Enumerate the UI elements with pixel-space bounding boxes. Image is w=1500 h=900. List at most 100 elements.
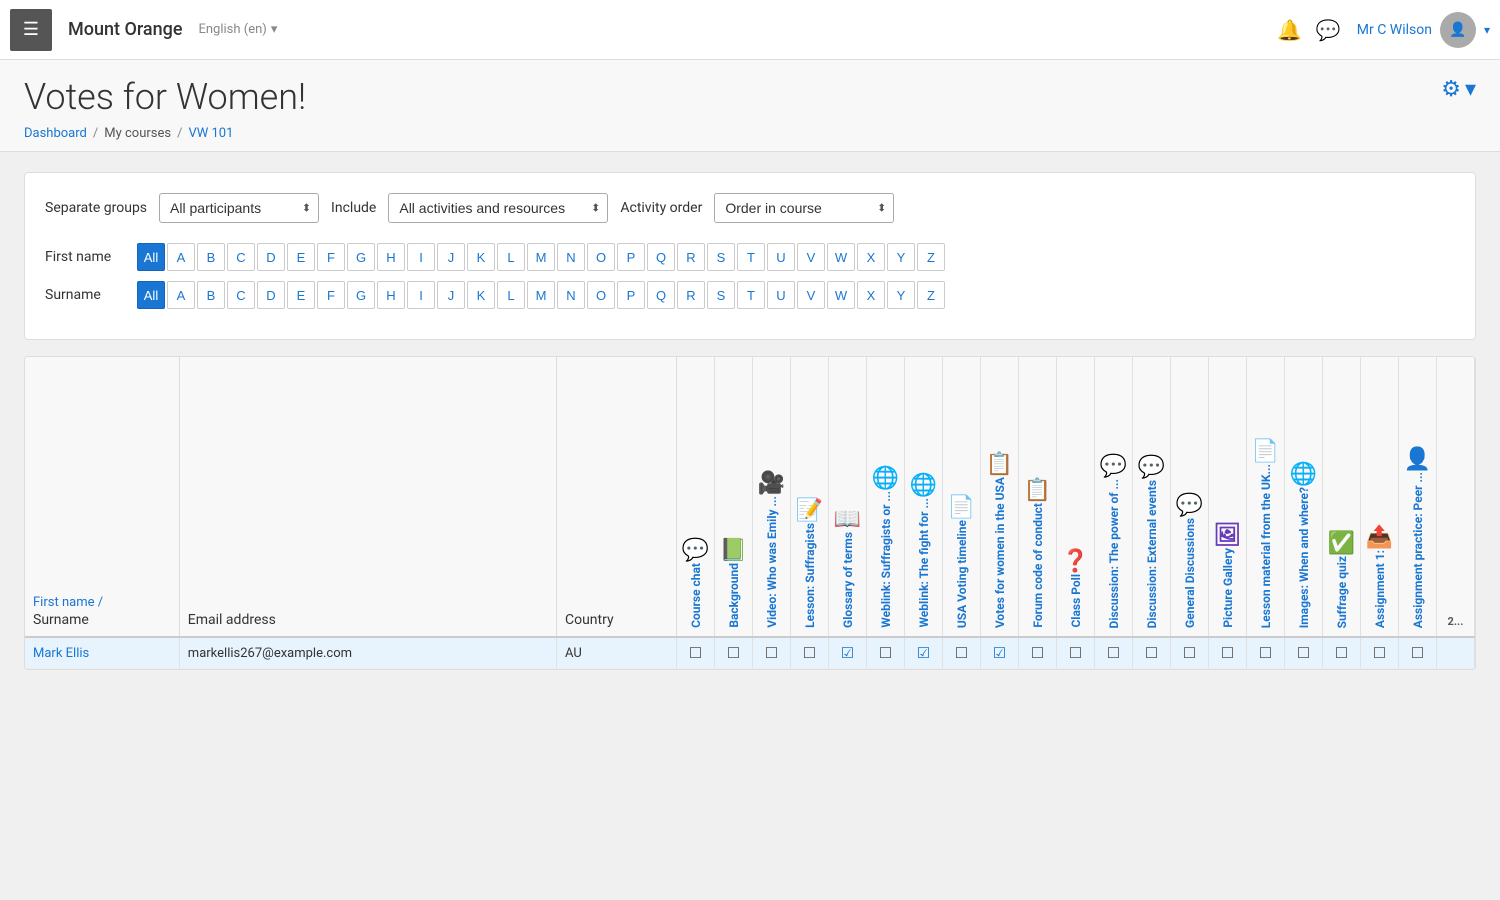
surname-alpha-n[interactable]: N	[557, 281, 585, 309]
surname-alpha-y[interactable]: Y	[887, 281, 915, 309]
user-menu[interactable]: Mr C Wilson 👤 ▾	[1357, 12, 1490, 48]
checkbox-checked-0-4[interactable]: ☑	[841, 644, 854, 662]
separate-groups-label: Separate groups	[45, 200, 147, 216]
surname-alpha-r[interactable]: R	[677, 281, 705, 309]
user-link-0[interactable]: Mark Ellis	[33, 646, 89, 661]
firstname-alpha-v[interactable]: V	[797, 243, 825, 271]
surname-alpha-all[interactable]: All	[137, 281, 165, 309]
col-header-weblink-suffragists: 🌐 Weblink: Suffragists or ...	[867, 357, 905, 637]
checkbox-unchecked-0-14[interactable]: ☐	[1221, 644, 1234, 662]
gear-button[interactable]: ⚙ ▾	[1441, 76, 1476, 102]
firstname-alpha-a[interactable]: A	[167, 243, 195, 271]
firstname-alpha-q[interactable]: Q	[647, 243, 675, 271]
surname-alpha-d[interactable]: D	[257, 281, 285, 309]
activity-order-select[interactable]: Order in course	[714, 193, 894, 223]
surname-alpha-t[interactable]: T	[737, 281, 765, 309]
firstname-alpha-m[interactable]: M	[527, 243, 555, 271]
firstname-alpha-all[interactable]: All	[137, 243, 165, 271]
firstname-alpha-t[interactable]: T	[737, 243, 765, 271]
firstname-alpha-g[interactable]: G	[347, 243, 375, 271]
surname-alpha-k[interactable]: K	[467, 281, 495, 309]
firstname-alpha-s[interactable]: S	[707, 243, 735, 271]
surname-alpha-a[interactable]: A	[167, 281, 195, 309]
surname-alpha-f[interactable]: F	[317, 281, 345, 309]
firstname-alpha-w[interactable]: W	[827, 243, 855, 271]
menu-button[interactable]: ☰	[10, 9, 52, 51]
checkbox-checked-0-8[interactable]: ☑	[993, 644, 1006, 662]
checkbox-unchecked-0-12[interactable]: ☐	[1145, 644, 1158, 662]
surname-alpha-g[interactable]: G	[347, 281, 375, 309]
surname-alpha-s[interactable]: S	[707, 281, 735, 309]
messages-icon[interactable]: 💬	[1316, 18, 1341, 42]
firstname-alpha-e[interactable]: E	[287, 243, 315, 271]
breadcrumb-dashboard[interactable]: Dashboard	[24, 126, 87, 141]
checkbox-unchecked-0-3[interactable]: ☐	[803, 644, 816, 662]
col-header-glossary: 📖 Glossary of terms	[829, 357, 867, 637]
surname-alpha-m[interactable]: M	[527, 281, 555, 309]
surname-alpha-u[interactable]: U	[767, 281, 795, 309]
checkbox-unchecked-0-11[interactable]: ☐	[1107, 644, 1120, 662]
col-header-text-video-emily: Video: Who was Emily ...	[765, 496, 779, 628]
checkbox-unchecked-0-18[interactable]: ☐	[1373, 644, 1386, 662]
sort-firstname[interactable]: First name /	[33, 595, 171, 610]
checkbox-unchecked-0-19[interactable]: ☐	[1411, 644, 1424, 662]
checkbox-unchecked-0-17[interactable]: ☐	[1335, 644, 1348, 662]
firstname-alpha-k[interactable]: K	[467, 243, 495, 271]
firstname-alpha-j[interactable]: J	[437, 243, 465, 271]
surname-alpha-l[interactable]: L	[497, 281, 525, 309]
checkbox-unchecked-0-10[interactable]: ☐	[1069, 644, 1082, 662]
checkbox-unchecked-0-13[interactable]: ☐	[1183, 644, 1196, 662]
checkbox-unchecked-0-16[interactable]: ☐	[1297, 644, 1310, 662]
firstname-alpha-y[interactable]: Y	[887, 243, 915, 271]
include-select[interactable]: All activities and resources	[388, 193, 608, 223]
surname-alpha-b[interactable]: B	[197, 281, 225, 309]
surname-alpha-i[interactable]: I	[407, 281, 435, 309]
sort-surname-label: Surname	[33, 612, 171, 628]
col-header-country: Country	[556, 357, 676, 637]
surname-label: Surname	[45, 287, 135, 303]
checkbox-unchecked-0-15[interactable]: ☐	[1259, 644, 1272, 662]
firstname-alpha-d[interactable]: D	[257, 243, 285, 271]
checkbox-unchecked-0-7[interactable]: ☐	[955, 644, 968, 662]
firstname-alpha-o[interactable]: O	[587, 243, 615, 271]
checkbox-unchecked-0-1[interactable]: ☐	[727, 644, 740, 662]
surname-alpha-v[interactable]: V	[797, 281, 825, 309]
notification-icon[interactable]: 🔔	[1277, 18, 1302, 42]
checkbox-unchecked-0-0[interactable]: ☐	[689, 644, 702, 662]
activity-order-wrapper: Order in course	[714, 193, 894, 223]
firstname-alpha-p[interactable]: P	[617, 243, 645, 271]
col-icon-video-emily: 🎥	[758, 471, 785, 496]
firstname-alpha-f[interactable]: F	[317, 243, 345, 271]
firstname-alpha-x[interactable]: X	[857, 243, 885, 271]
col-header-text-lesson-suffragists: Lesson: Suffragists	[803, 523, 817, 628]
surname-alpha-o[interactable]: O	[587, 281, 615, 309]
surname-alpha-q[interactable]: Q	[647, 281, 675, 309]
separate-groups-select[interactable]: All participants	[159, 193, 319, 223]
surname-alpha-p[interactable]: P	[617, 281, 645, 309]
firstname-alpha-b[interactable]: B	[197, 243, 225, 271]
surname-alpha-h[interactable]: H	[377, 281, 405, 309]
breadcrumb-mycourses: My courses	[104, 126, 171, 141]
breadcrumb-vw101[interactable]: VW 101	[188, 126, 233, 141]
col-icon-glossary: 📖	[834, 507, 861, 532]
firstname-alpha-i[interactable]: I	[407, 243, 435, 271]
checkbox-unchecked-0-9[interactable]: ☐	[1031, 644, 1044, 662]
surname-alpha-j[interactable]: J	[437, 281, 465, 309]
surname-alpha-z[interactable]: Z	[917, 281, 945, 309]
firstname-alpha-h[interactable]: H	[377, 243, 405, 271]
surname-alpha-c[interactable]: C	[227, 281, 255, 309]
checkbox-unchecked-0-5[interactable]: ☐	[879, 644, 892, 662]
checkbox-unchecked-0-2[interactable]: ☐	[765, 644, 778, 662]
surname-alpha-x[interactable]: X	[857, 281, 885, 309]
firstname-alpha-u[interactable]: U	[767, 243, 795, 271]
firstname-alpha-z[interactable]: Z	[917, 243, 945, 271]
firstname-alpha-c[interactable]: C	[227, 243, 255, 271]
firstname-alpha-n[interactable]: N	[557, 243, 585, 271]
firstname-alpha-l[interactable]: L	[497, 243, 525, 271]
col-icon-weblink-fight: 🌐	[910, 473, 937, 498]
surname-alpha-e[interactable]: E	[287, 281, 315, 309]
firstname-alpha-r[interactable]: R	[677, 243, 705, 271]
language-selector[interactable]: English (en) ▾	[198, 22, 277, 37]
surname-alpha-w[interactable]: W	[827, 281, 855, 309]
checkbox-checked-0-6[interactable]: ☑	[917, 644, 930, 662]
